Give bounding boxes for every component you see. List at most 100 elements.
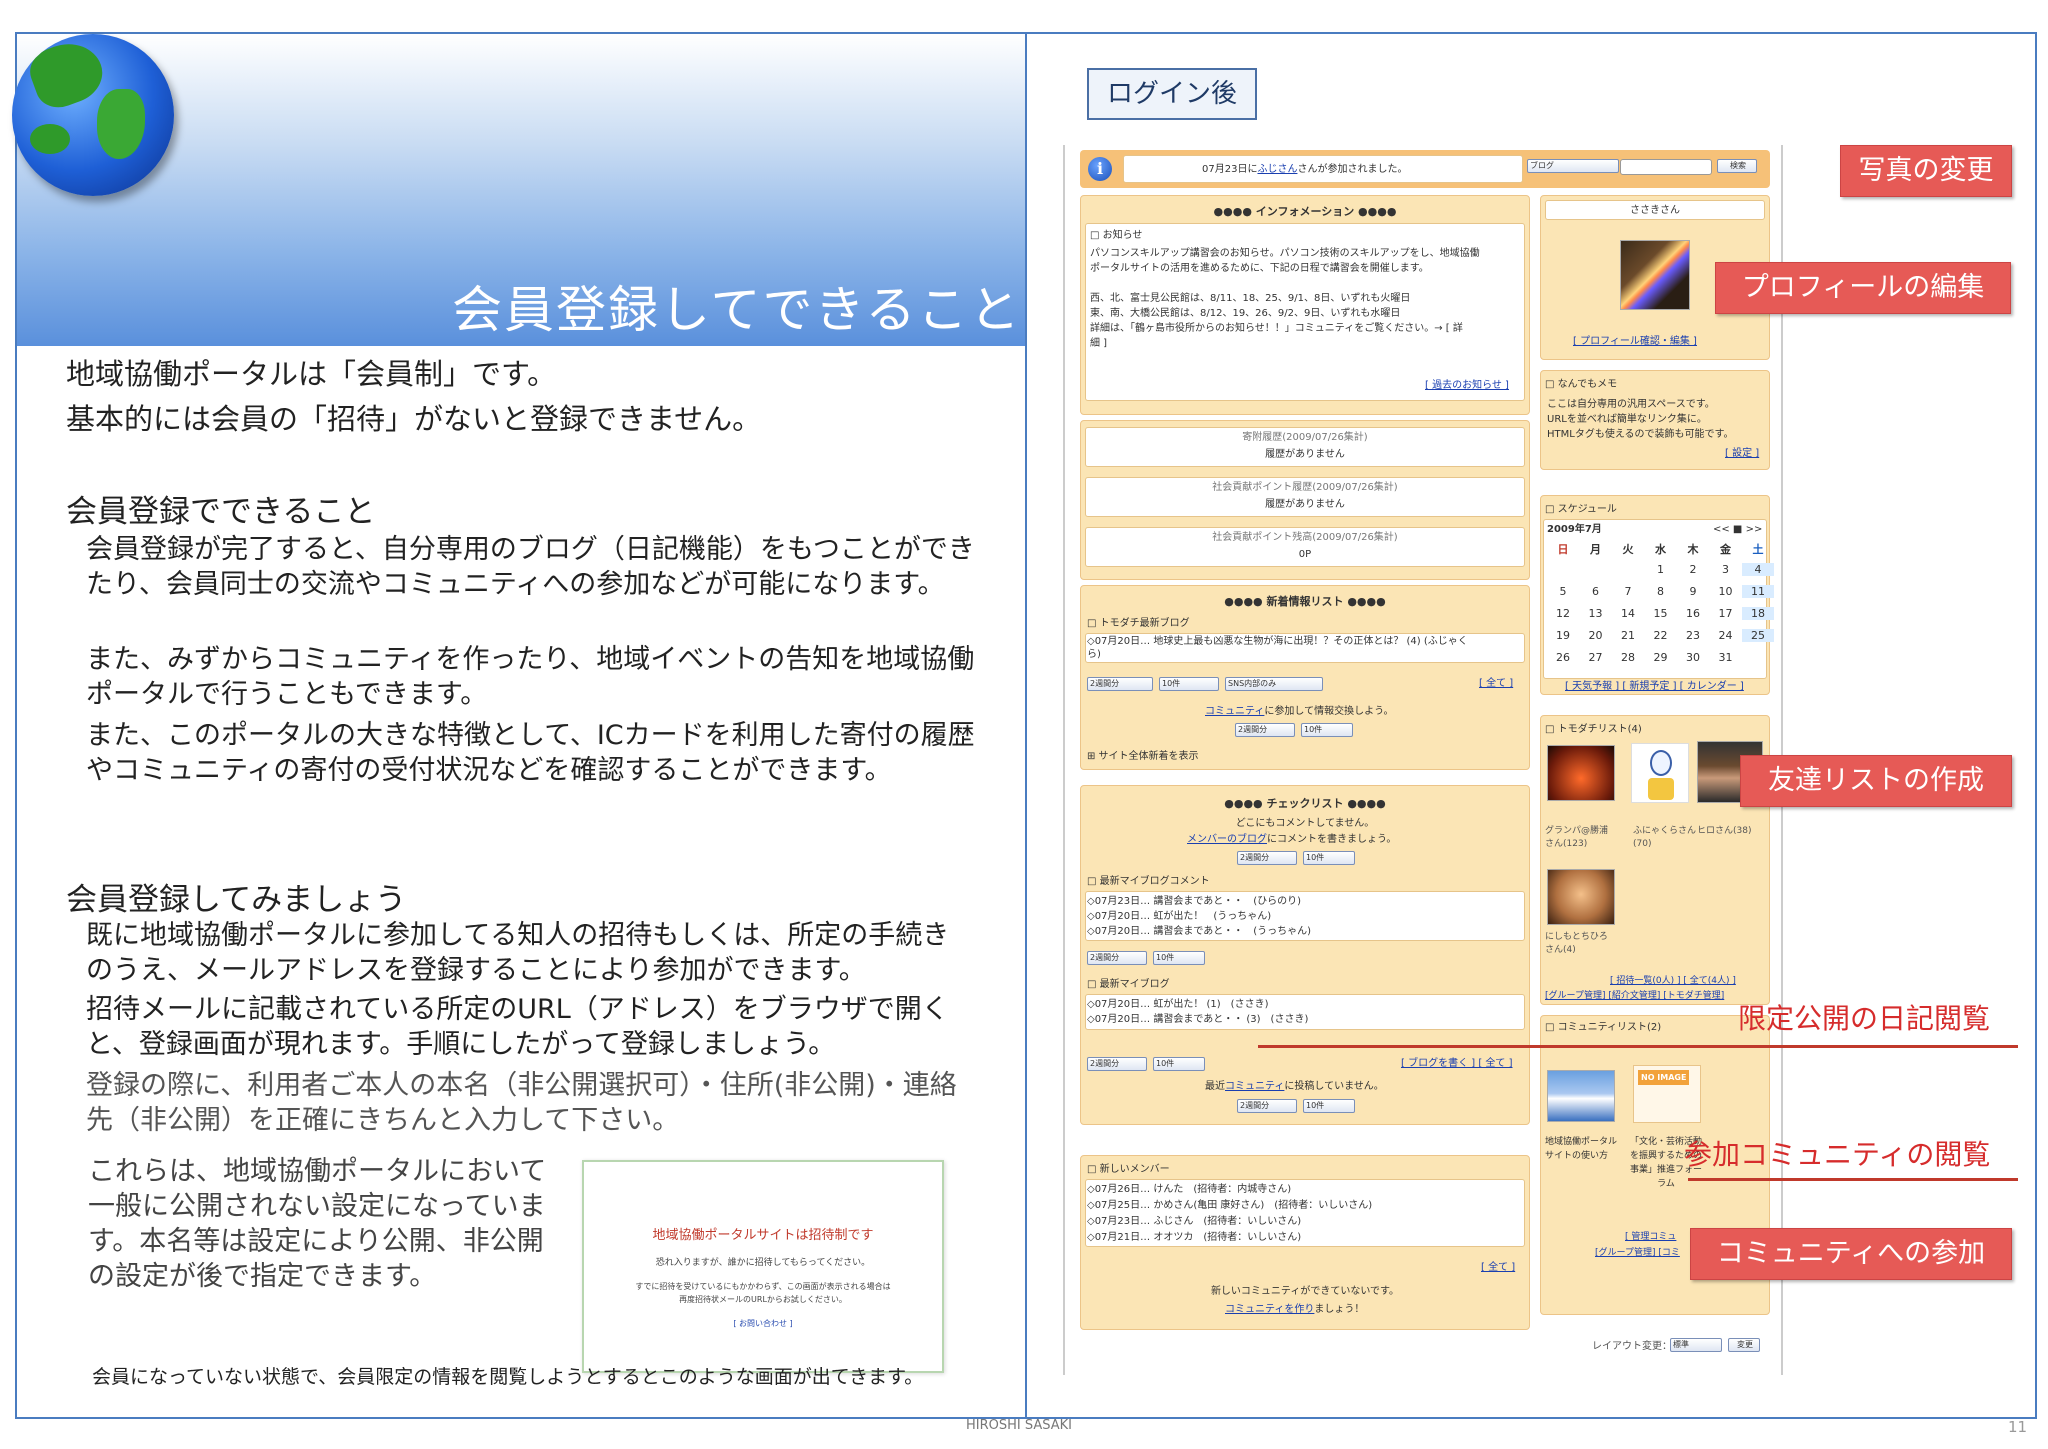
count-select[interactable]: 10件 — [1153, 951, 1205, 965]
calendar-day[interactable]: 23 — [1677, 629, 1709, 642]
calendar-nav[interactable]: << ■ >> — [1713, 523, 1762, 536]
friend-name[interactable]: ふにゃくらさん(70) — [1633, 825, 1697, 851]
search-category-select[interactable]: ブログ — [1527, 159, 1619, 173]
calendar-day[interactable]: 4 — [1742, 563, 1774, 576]
donation-value: 0P — [1298, 549, 1312, 560]
count-select[interactable]: 10件 — [1303, 1099, 1355, 1113]
comment-item[interactable]: ◇07月20日… 講習会まであと・・ (うっちゃん) — [1087, 925, 1311, 938]
site-all-new-toggle[interactable]: ⊞ サイト全体新着を表示 — [1087, 750, 1199, 763]
period-select[interactable]: 2週間分 — [1087, 951, 1147, 965]
friend-name[interactable]: にしもとちひろさん(4) — [1545, 931, 1615, 957]
calendar-day[interactable]: 5 — [1547, 585, 1579, 598]
comment-item[interactable]: ◇07月23日… 講習会まであと・・ (ひらのり) — [1087, 895, 1301, 908]
calendar-day[interactable]: 6 — [1580, 585, 1612, 598]
underline-community-view — [1688, 1178, 2018, 1181]
calendar-day[interactable]: 19 — [1547, 629, 1579, 642]
friend-avatar[interactable] — [1631, 743, 1689, 803]
calendar-day[interactable]: 15 — [1645, 607, 1677, 620]
search-input[interactable] — [1620, 159, 1712, 175]
member-item[interactable]: ◇07月21日… オオツカ (招待者：いしいさん) — [1087, 1231, 1301, 1244]
news-heading: □ お知らせ — [1090, 230, 1143, 241]
calendar-day[interactable]: 26 — [1547, 651, 1579, 664]
comment-item[interactable]: ◇07月20日… 虹が出た！ (うっちゃん) — [1087, 910, 1271, 923]
calendar-day[interactable]: 16 — [1677, 607, 1709, 620]
calendar-day[interactable]: 3 — [1710, 563, 1742, 576]
profile-photo[interactable] — [1620, 240, 1690, 310]
community-group-link[interactable]: [グループ管理] [コミ — [1595, 1247, 1680, 1260]
calendar-day[interactable]: 21 — [1612, 629, 1644, 642]
recent-community-msg: 最近コミュニティに投稿していません。 — [1205, 1081, 1384, 1092]
search-button[interactable]: 検索 — [1717, 159, 1757, 173]
friend-invite-links[interactable]: [ 招待一覧(0人) ] [ 全て(4人) ] — [1610, 975, 1736, 988]
calendar-day[interactable]: 28 — [1612, 651, 1644, 664]
all-link[interactable]: [ 全て ] — [1481, 1261, 1515, 1274]
friend-blog-item[interactable]: ◇07月20日… 地球史上最も凶悪な生物が海に出現！？その正体とは？ (4) (… — [1087, 635, 1468, 648]
section-heading-register: 会員登録してみましょう — [66, 882, 407, 918]
calendar-day[interactable]: 1 — [1645, 563, 1677, 576]
no-comment-msg: どこにもコメントしてません。 — [1235, 818, 1375, 829]
calendar-day[interactable]: 9 — [1677, 585, 1709, 598]
friend-name[interactable]: グランパ@勝浦さん(123) — [1545, 825, 1615, 851]
layout-change-button[interactable]: 変更 — [1728, 1338, 1760, 1352]
calendar-day[interactable]: 20 — [1580, 629, 1612, 642]
all-link[interactable]: [ 全て ] — [1479, 677, 1513, 690]
count-select[interactable]: 10件 — [1159, 677, 1219, 691]
community-name[interactable]: 地域協働ポータルサイトの使い方 — [1545, 1135, 1619, 1163]
scope-select[interactable]: SNS内部のみ — [1225, 677, 1323, 691]
my-blog-comment-heading: □ 最新マイブログコメント — [1087, 876, 1210, 887]
count-select[interactable]: 10件 — [1303, 851, 1355, 865]
member-item[interactable]: ◇07月25日… かめさん(亀田 康好さん) (招待者：いしいさん) — [1087, 1199, 1372, 1212]
friend-name[interactable]: ヒロさん(38) — [1697, 825, 1751, 838]
friend-avatar[interactable] — [1547, 745, 1615, 801]
period-select[interactable]: 2週間分 — [1087, 1057, 1147, 1071]
calendar-day[interactable]: 27 — [1580, 651, 1612, 664]
member-item[interactable]: ◇07月23日… ふじさん (招待者：いしいさん) — [1087, 1215, 1301, 1228]
calendar-day[interactable]: 8 — [1645, 585, 1677, 598]
calendar-day[interactable]: 2 — [1677, 563, 1709, 576]
calendar-day[interactable]: 10 — [1710, 585, 1742, 598]
community-heading: □ コミュニティリスト(2) — [1545, 1022, 1662, 1033]
calendar-day[interactable]: 13 — [1580, 607, 1612, 620]
calendar-day[interactable]: 12 — [1547, 607, 1579, 620]
friend-avatar[interactable] — [1547, 869, 1615, 925]
paragraph: また、このポータルの大きな特徴として、ICカードを利用した寄付の履歴やコミュニテ… — [86, 720, 975, 786]
profile-edit-link[interactable]: [ プロフィール確認・編集 ] — [1573, 335, 1697, 348]
friend-blog-heading: □ トモダチ最新ブログ — [1087, 618, 1190, 629]
period-select[interactable]: 2週間分 — [1235, 723, 1295, 737]
community-manage-link[interactable]: [ 管理コミュ — [1625, 1231, 1676, 1244]
calendar-day[interactable]: 14 — [1612, 607, 1644, 620]
calendar-day[interactable]: 31 — [1710, 651, 1742, 664]
layout-select[interactable]: 標準 — [1670, 1338, 1722, 1352]
my-blog-item[interactable]: ◇07月20日… 講習会まであと・・ (3) (ささき) — [1087, 1013, 1308, 1026]
contact-link[interactable]: [ お問い合わせ ] — [584, 1318, 942, 1329]
count-select[interactable]: 10件 — [1301, 723, 1353, 737]
my-blog-item[interactable]: ◇07月20日… 虹が出た！ (1) (ささき) — [1087, 998, 1268, 1011]
calendar-links[interactable]: [ 天気予報 ] [ 新規予定 ] [ カレンダー ] — [1565, 680, 1744, 693]
calendar-day[interactable]: 25 — [1742, 629, 1774, 642]
newinfo-title: ●●●● 新着情報リスト ●●●● — [1224, 595, 1386, 608]
news-line: 詳細は、「鶴ヶ島市役所からのお知らせ！！」コミュニティをご覧ください。→ [ 詳 — [1090, 323, 1463, 334]
period-select[interactable]: 2週間分 — [1237, 851, 1297, 865]
new-member-link[interactable]: ふじさん — [1257, 164, 1297, 175]
calendar-day[interactable]: 29 — [1645, 651, 1677, 664]
calendar-day[interactable]: 22 — [1645, 629, 1677, 642]
past-news-link[interactable]: [ 過去のお知らせ ] — [1425, 379, 1509, 392]
write-blog-link[interactable]: [ ブログを書く ] [ 全て ] — [1401, 1057, 1513, 1070]
calendar-day[interactable]: 24 — [1710, 629, 1742, 642]
new-members-heading: □ 新しいメンバー — [1087, 1164, 1170, 1175]
member-item[interactable]: ◇07月26日… けんた (招待者：内城寺さん) — [1087, 1183, 1291, 1196]
period-select[interactable]: 2週間分 — [1237, 1099, 1297, 1113]
memo-setting-link[interactable]: [ 設定 ] — [1725, 447, 1759, 460]
community-image[interactable]: NO IMAGE — [1633, 1065, 1701, 1123]
count-select[interactable]: 10件 — [1153, 1057, 1205, 1071]
community-image[interactable] — [1547, 1070, 1615, 1122]
period-select[interactable]: 2週間分 — [1087, 677, 1153, 691]
calendar-day[interactable]: 17 — [1710, 607, 1742, 620]
calendar-day[interactable]: 18 — [1742, 607, 1774, 620]
intro-line: 地域協働ポータルは「会員制」です。 — [66, 357, 557, 391]
calendar-day[interactable]: 11 — [1742, 585, 1774, 598]
calendar-day[interactable]: 7 — [1612, 585, 1644, 598]
calendar-day[interactable]: 30 — [1677, 651, 1709, 664]
paragraph: また、みずからコミュニティを作ったり、地域イベントの告知を地域協働ポータルで行う… — [86, 644, 975, 710]
friend-manage-links[interactable]: [グループ管理] [紹介文管理] [トモダチ管理] — [1545, 990, 1724, 1003]
